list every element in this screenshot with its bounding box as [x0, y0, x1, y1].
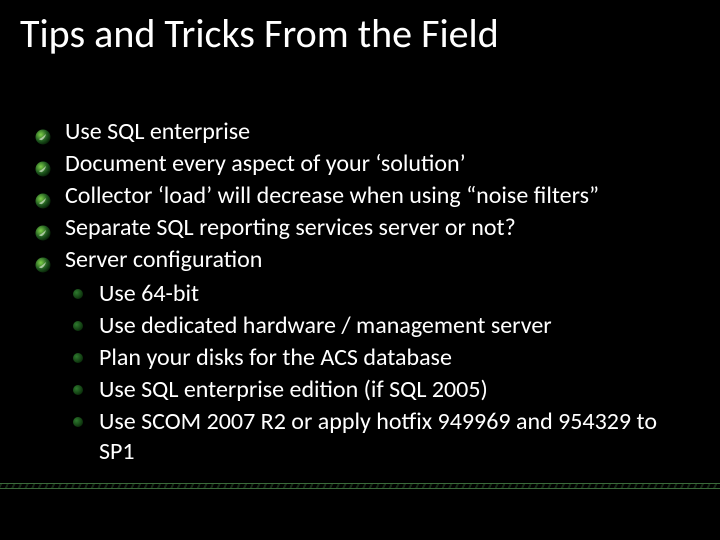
list-item-text: Use dedicated hardware / management serv… [99, 311, 552, 340]
list-item: Plan your disks for the ACS database [73, 343, 680, 373]
leaf-bullet-icon [35, 251, 51, 281]
list-item-text: Collector ‘load’ will decrease when usin… [65, 181, 599, 210]
list-item-text: Use SCOM 2007 R2 or apply hotfix 949969 … [99, 407, 657, 466]
list-item: Server configuration Use 64-bit Use dedi… [35, 245, 680, 467]
list-item: Separate SQL reporting services server o… [35, 213, 680, 243]
list-item-text: Plan your disks for the ACS database [99, 343, 452, 372]
list-item-text: Use 64-bit [99, 279, 199, 308]
dot-bullet-icon [73, 385, 83, 395]
list-item-text: Use SQL enterprise [65, 117, 250, 146]
list-item: Use dedicated hardware / management serv… [73, 311, 680, 341]
dot-bullet-icon [73, 417, 83, 427]
list-item-text: Server configuration [65, 245, 262, 274]
dot-bullet-icon [73, 289, 83, 299]
list-item-text: Separate SQL reporting services server o… [65, 213, 516, 242]
list-item: Document every aspect of your ‘solution’ [35, 149, 680, 179]
slide: Tips and Tricks From the Field [0, 0, 720, 540]
list-item: Use SQL enterprise edition (if SQL 2005) [73, 375, 680, 405]
list-item: Use SQL enterprise [35, 117, 680, 147]
dot-bullet-icon [73, 321, 83, 331]
slide-body: Use SQL enterprise Document every aspect… [35, 115, 680, 469]
bullet-list: Use SQL enterprise Document every aspect… [35, 117, 680, 467]
list-item-text: Document every aspect of your ‘solution’ [65, 149, 466, 178]
slide-title: Tips and Tricks From the Field [20, 12, 499, 56]
dot-bullet-icon [73, 353, 83, 363]
list-item: Use SCOM 2007 R2 or apply hotfix 949969 … [73, 407, 680, 467]
list-item: Collector ‘load’ will decrease when usin… [35, 181, 680, 211]
list-item: Use 64-bit [73, 279, 680, 309]
sub-bullet-list: Use 64-bit Use dedicated hardware / mana… [73, 279, 680, 467]
divider-bar [0, 482, 720, 490]
list-item-text: Use SQL enterprise edition (if SQL 2005) [99, 375, 488, 404]
